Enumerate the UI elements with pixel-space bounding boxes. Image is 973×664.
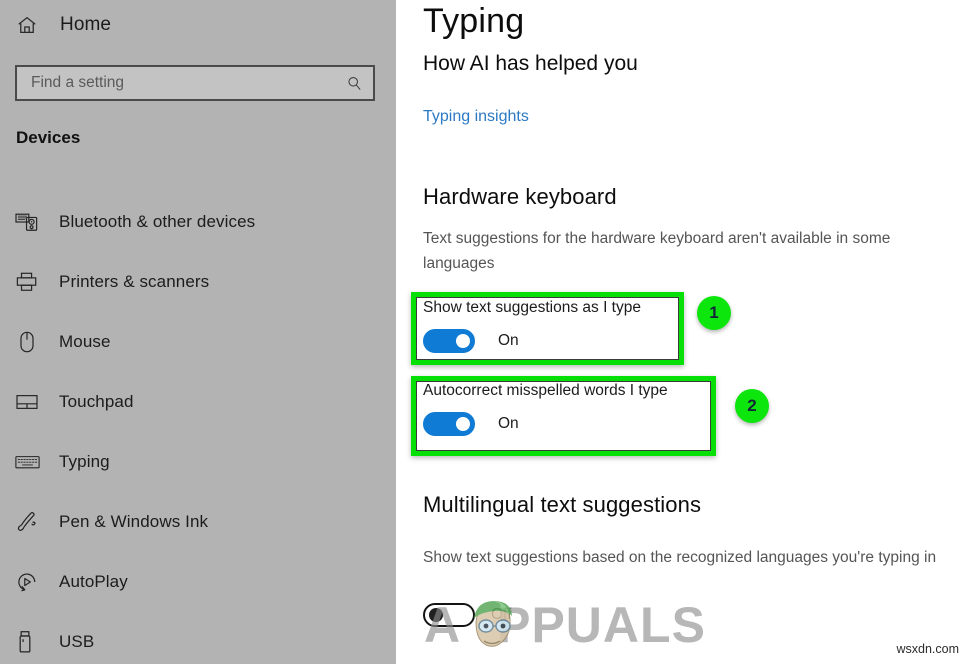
toggle-state-label: On bbox=[498, 415, 519, 432]
multilingual-heading: Multilingual text suggestions bbox=[423, 492, 702, 517]
toggle-row: Off bbox=[423, 603, 511, 627]
sidebar-item-label: Pen & Windows Ink bbox=[59, 512, 209, 531]
setting-label: Show text suggestions as I type bbox=[423, 299, 641, 316]
sidebar-item-bluetooth-other-devices[interactable]: Bluetooth & other devices bbox=[0, 192, 396, 252]
usb-icon bbox=[15, 630, 49, 655]
sidebar-item-typing[interactable]: Typing bbox=[0, 432, 396, 492]
multilingual-suggestions-toggle[interactable] bbox=[423, 603, 475, 627]
touchpad-icon bbox=[15, 392, 49, 412]
search-icon[interactable] bbox=[346, 75, 363, 92]
setting-show-text-suggestions: Show text suggestions as I type On bbox=[396, 299, 641, 353]
autoplay-icon bbox=[15, 570, 49, 594]
sidebar: Home Devices bbox=[0, 0, 396, 664]
multilingual-description: Show text suggestions based on the recog… bbox=[423, 549, 937, 566]
page-title: Typing bbox=[423, 2, 525, 40]
sidebar-item-label: Bluetooth & other devices bbox=[59, 212, 256, 231]
keyboard-icon bbox=[15, 453, 49, 471]
toggle-knob bbox=[456, 417, 470, 431]
sidebar-item-pen-windows-ink[interactable]: Pen & Windows Ink bbox=[0, 492, 396, 552]
pen-icon bbox=[15, 510, 49, 534]
sidebar-item-label: USB bbox=[59, 632, 95, 651]
home-icon bbox=[16, 14, 38, 36]
sidebar-nav: Bluetooth & other devices Printers & sca… bbox=[0, 192, 396, 664]
setting-multilingual-suggestions: Off bbox=[396, 603, 511, 627]
hardware-keyboard-description: Text suggestions for the hardware keyboa… bbox=[423, 230, 891, 272]
hardware-keyboard-heading: Hardware keyboard bbox=[423, 184, 617, 209]
sidebar-section-title: Devices bbox=[16, 128, 81, 147]
typing-insights-link[interactable]: Typing insights bbox=[423, 108, 529, 126]
sidebar-item-label: Mouse bbox=[59, 332, 111, 351]
sidebar-item-touchpad[interactable]: Touchpad bbox=[0, 372, 396, 432]
source-watermark: wsxdn.com bbox=[896, 642, 959, 656]
sidebar-item-label: Typing bbox=[59, 452, 110, 471]
search-box[interactable] bbox=[15, 65, 375, 101]
toggle-state-label: On bbox=[498, 332, 519, 349]
toggle-knob bbox=[429, 608, 443, 622]
sidebar-item-label: AutoPlay bbox=[59, 572, 128, 591]
sidebar-item-mouse[interactable]: Mouse bbox=[0, 312, 396, 372]
search-input[interactable] bbox=[31, 74, 346, 92]
bluetooth-devices-icon bbox=[15, 211, 49, 233]
printer-icon bbox=[15, 271, 49, 293]
mouse-icon bbox=[15, 330, 49, 354]
toggle-knob bbox=[456, 334, 470, 348]
toggle-row: On bbox=[423, 412, 668, 436]
annotation-badge-1: 1 bbox=[697, 296, 731, 330]
page-subtitle: How AI has helped you bbox=[423, 52, 638, 75]
annotation-badge-2: 2 bbox=[735, 389, 769, 423]
show-text-suggestions-toggle[interactable] bbox=[423, 329, 475, 353]
sidebar-item-label: Printers & scanners bbox=[59, 272, 210, 291]
sidebar-item-usb[interactable]: USB bbox=[0, 612, 396, 664]
sidebar-item-label: Touchpad bbox=[59, 392, 134, 411]
setting-autocorrect-misspelled-words: Autocorrect misspelled words I type On bbox=[396, 382, 668, 436]
sidebar-item-printers-scanners[interactable]: Printers & scanners bbox=[0, 252, 396, 312]
autocorrect-toggle[interactable] bbox=[423, 412, 475, 436]
sidebar-home[interactable]: Home bbox=[16, 8, 111, 42]
main-content: Typing How AI has helped you Typing insi… bbox=[396, 0, 973, 664]
toggle-state-label: Off bbox=[491, 606, 512, 623]
sidebar-item-autoplay[interactable]: AutoPlay bbox=[0, 552, 396, 612]
setting-label: Autocorrect misspelled words I type bbox=[423, 382, 668, 399]
sidebar-home-label: Home bbox=[60, 14, 112, 35]
settings-window: Home Devices bbox=[0, 0, 973, 664]
toggle-row: On bbox=[423, 329, 641, 353]
